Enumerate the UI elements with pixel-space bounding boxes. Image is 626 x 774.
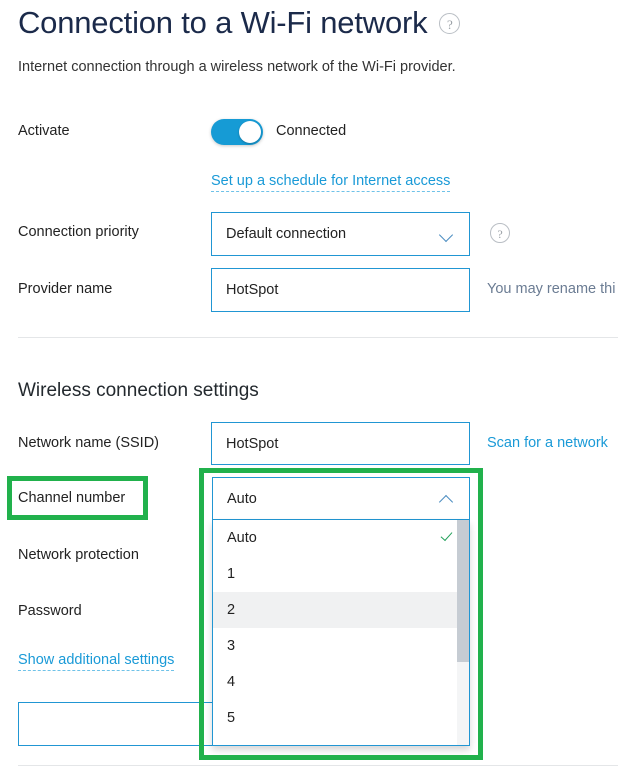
section-divider (18, 337, 618, 338)
activate-status-text: Connected (276, 123, 347, 139)
chevron-up-icon (439, 491, 455, 507)
dropdown-option-label: 4 (227, 674, 236, 690)
activate-label: Activate (18, 123, 70, 139)
provider-name-value: HotSpot (226, 282, 279, 298)
dropdown-option-label: 1 (227, 566, 236, 582)
ssid-value: HotSpot (226, 435, 279, 452)
schedule-link[interactable]: Set up a schedule for Internet access (211, 173, 451, 192)
dropdown-option-label: 2 (227, 602, 236, 618)
dropdown-option[interactable]: Auto (213, 520, 469, 556)
provider-name-hint: You may rename thi (487, 281, 616, 297)
connection-priority-select[interactable]: Default connection (211, 212, 470, 256)
channel-number-label: Channel number (18, 490, 126, 506)
dropdown-scrollbar-thumb[interactable] (457, 520, 469, 662)
dropdown-option-label: 3 (227, 638, 236, 654)
dropdown-option[interactable]: 2 (213, 592, 469, 628)
dropdown-scrollbar-track[interactable] (457, 520, 469, 745)
wireless-section-title: Wireless connection settings (18, 380, 259, 401)
dropdown-option[interactable]: 3 (213, 628, 469, 664)
ssid-label: Network name (SSID) (18, 435, 160, 451)
checkmark-icon (439, 530, 455, 546)
dropdown-option-label: Auto (227, 530, 257, 546)
connection-priority-label: Connection priority (18, 224, 139, 240)
page-title: Connection to a Wi-Fi network (18, 5, 428, 40)
channel-number-select[interactable]: Auto (212, 477, 470, 520)
scan-for-network-link[interactable]: Scan for a network (487, 435, 608, 451)
dropdown-option[interactable]: 4 (213, 664, 469, 700)
channel-number-dropdown-list[interactable]: Auto 1 2 3 4 5 (212, 520, 470, 746)
activate-toggle[interactable] (211, 119, 263, 145)
ssid-input[interactable]: HotSpot (211, 422, 470, 465)
provider-name-input[interactable]: HotSpot (211, 268, 470, 312)
dropdown-option[interactable]: 1 (213, 556, 469, 592)
bottom-divider (18, 765, 618, 766)
channel-number-value: Auto (227, 490, 257, 507)
chevron-down-icon (439, 226, 455, 242)
wifi-settings-page: Connection to a Wi-Fi network ? Internet… (0, 0, 626, 774)
connection-priority-value: Default connection (226, 226, 347, 242)
show-additional-settings-link[interactable]: Show additional settings (18, 652, 175, 671)
page-title-help-icon[interactable]: ? (439, 12, 461, 34)
dropdown-option-label: 5 (227, 710, 236, 726)
page-subtitle: Internet connection through a wireless n… (18, 59, 456, 75)
toggle-knob (239, 121, 261, 143)
password-label: Password (18, 603, 82, 619)
network-protection-label: Network protection (18, 547, 139, 563)
page-title-row: Connection to a Wi-Fi network ? (18, 2, 461, 44)
connection-priority-help-icon[interactable]: ? (490, 223, 510, 243)
provider-name-label: Provider name (18, 281, 113, 297)
dropdown-option[interactable]: 5 (213, 700, 469, 736)
